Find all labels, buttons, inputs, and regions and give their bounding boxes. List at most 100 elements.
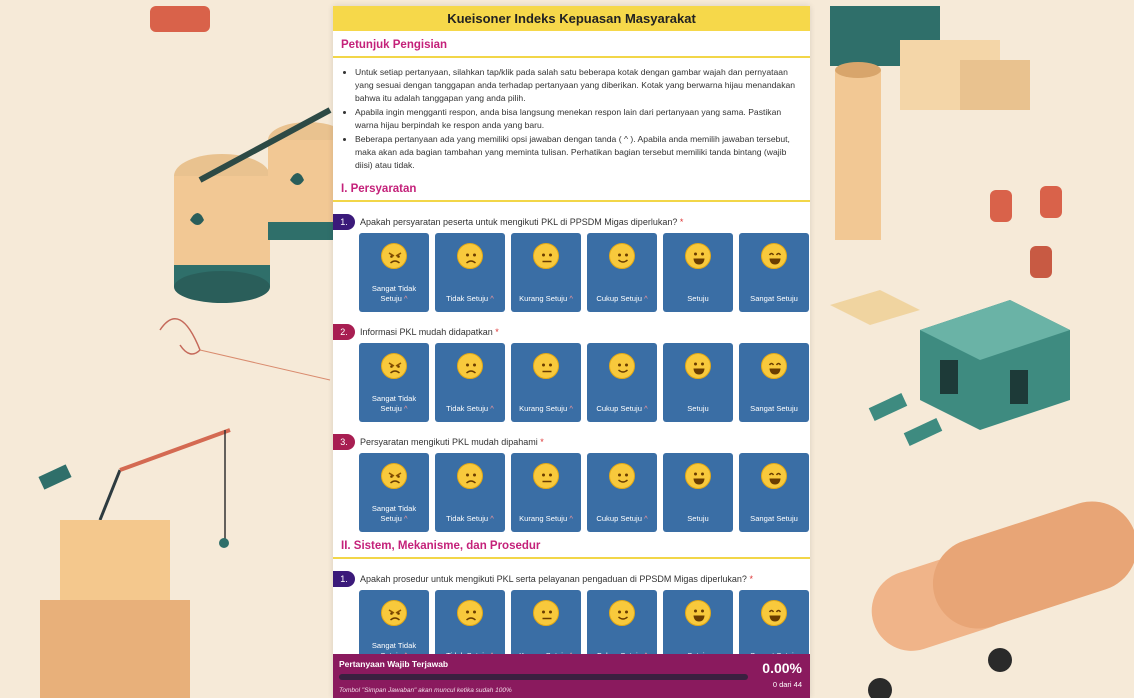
instruction-item: Apabila ingin mengganti respon, anda bis…: [355, 106, 800, 132]
question-number-badge: 3.: [333, 434, 355, 450]
answer-option-label: Setuju: [683, 404, 713, 414]
answer-option-text: Sangat Tidak Setuju: [371, 284, 417, 303]
answer-option-button[interactable]: Kurang Setuju ^: [511, 233, 581, 312]
extra-input-marker: ^: [404, 514, 408, 523]
neutral-face-icon: [533, 600, 559, 626]
answer-option-text: Setuju: [687, 404, 709, 413]
very-angry-face-icon: [381, 243, 407, 269]
question-text: Persyaratan mengikuti PKL mudah dipahami…: [360, 437, 544, 447]
answer-option-text: Kurang Setuju: [519, 404, 568, 413]
smile-face-icon: [685, 463, 711, 489]
progress-track: [339, 674, 748, 680]
question-row: 3. Persyaratan mengikuti PKL mudah dipaha…: [333, 434, 810, 450]
slight-smile-face-icon: [609, 243, 635, 269]
answer-option-text: Setuju: [687, 294, 709, 303]
question-label: Apakah persyaratan peserta untuk mengiku…: [360, 217, 678, 227]
question-number-badge: 2.: [333, 324, 355, 340]
question-text: Apakah persyaratan peserta untuk mengiku…: [360, 217, 683, 227]
answer-option-button[interactable]: Sangat Tidak Setuju ^: [359, 453, 429, 532]
question-text: Informasi PKL mudah didapatkan *: [360, 327, 499, 337]
answer-option-button[interactable]: Cukup Setuju ^: [587, 233, 657, 312]
question-number-badge: 1.: [333, 571, 355, 587]
very-angry-face-icon: [381, 600, 407, 626]
sad-face-icon: [457, 600, 483, 626]
required-marker: *: [540, 437, 544, 447]
answer-option-button[interactable]: Sangat Tidak Setuju ^: [359, 343, 429, 422]
slight-smile-face-icon: [609, 353, 635, 379]
neutral-face-icon: [533, 243, 559, 269]
answer-option-text: Cukup Setuju: [596, 514, 642, 523]
answer-option-button[interactable]: Tidak Setuju ^: [435, 233, 505, 312]
answer-options: Sangat Tidak Setuju ^Tidak Setuju ^Kuran…: [333, 453, 810, 532]
answer-option-button[interactable]: Sangat Setuju: [739, 233, 809, 312]
extra-input-marker: ^: [404, 404, 408, 413]
extra-input-marker: ^: [490, 404, 494, 413]
answer-option-text: Kurang Setuju: [519, 514, 568, 523]
answer-option-label: Cukup Setuju ^: [592, 294, 651, 304]
answer-option-button[interactable]: Sangat Setuju: [739, 343, 809, 422]
big-smile-face-icon: [761, 243, 787, 269]
smile-face-icon: [685, 353, 711, 379]
sad-face-icon: [457, 463, 483, 489]
question-label: Apakah prosedur untuk mengikuti PKL sert…: [360, 574, 747, 584]
required-marker: *: [749, 574, 753, 584]
answer-option-label: Sangat Setuju: [746, 514, 802, 524]
answer-option-label: Sangat Tidak Setuju ^: [359, 284, 429, 304]
answer-option-button[interactable]: Setuju: [663, 453, 733, 532]
slight-smile-face-icon: [609, 600, 635, 626]
smile-face-icon: [685, 600, 711, 626]
answer-option-button[interactable]: Tidak Setuju ^: [435, 453, 505, 532]
extra-input-marker: ^: [569, 404, 573, 413]
answer-option-button[interactable]: Sangat Setuju: [739, 453, 809, 532]
instruction-item: Untuk setiap pertanyaan, silahkan tap/kl…: [355, 66, 800, 105]
extra-input-marker: ^: [569, 514, 573, 523]
answer-option-text: Sangat Setuju: [750, 404, 798, 413]
answer-option-label: Cukup Setuju ^: [592, 514, 651, 524]
questionnaire-panel: Kueisoner Indeks Kepuasan Masyarakat Pet…: [333, 6, 810, 698]
answer-option-button[interactable]: Setuju: [663, 343, 733, 422]
answer-options: Sangat Tidak Setuju ^Tidak Setuju ^Kuran…: [333, 233, 810, 312]
answer-options: Sangat Tidak Setuju ^Tidak Setuju ^Kuran…: [333, 343, 810, 422]
answer-option-label: Cukup Setuju ^: [592, 404, 651, 414]
smile-face-icon: [685, 243, 711, 269]
answer-option-label: Sangat Setuju: [746, 294, 802, 304]
answer-option-label: Kurang Setuju ^: [515, 404, 577, 414]
answer-option-button[interactable]: Setuju: [663, 233, 733, 312]
answer-option-text: Sangat Setuju: [750, 514, 798, 523]
question-label: Persyaratan mengikuti PKL mudah dipahami: [360, 437, 538, 447]
answer-option-label: Sangat Setuju: [746, 404, 802, 414]
big-smile-face-icon: [761, 353, 787, 379]
extra-input-marker: ^: [644, 404, 648, 413]
answer-option-button[interactable]: Tidak Setuju ^: [435, 343, 505, 422]
question-sections: I. Persyaratan 1. Apakah persyaratan peser…: [333, 175, 810, 669]
slight-smile-face-icon: [609, 463, 635, 489]
answer-option-button[interactable]: Kurang Setuju ^: [511, 453, 581, 532]
answer-option-text: Sangat Tidak Setuju: [371, 504, 417, 523]
answer-option-text: Sangat Tidak Setuju: [371, 394, 417, 413]
answer-option-text: Tidak Setuju: [446, 404, 489, 413]
answer-option-button[interactable]: Cukup Setuju ^: [587, 453, 657, 532]
answer-option-text: Cukup Setuju: [596, 404, 642, 413]
answer-option-label: Sangat Tidak Setuju ^: [359, 504, 429, 524]
required-marker: *: [495, 327, 499, 337]
extra-input-marker: ^: [569, 294, 573, 303]
answer-option-button[interactable]: Cukup Setuju ^: [587, 343, 657, 422]
section-title: II. Sistem, Mekanisme, dan Prosedur: [333, 532, 810, 559]
progress-bar-panel: Pertanyaan Wajib Terjawab 0.00% Tombol "…: [333, 654, 810, 698]
answer-option-text: Sangat Setuju: [750, 294, 798, 303]
extra-input-marker: ^: [490, 294, 494, 303]
required-marker: *: [679, 217, 684, 227]
instructions-title: Petunjuk Pengisian: [333, 31, 810, 58]
question-row: 1. Apakah persyaratan peserta untuk mengi…: [333, 214, 810, 230]
answer-option-button[interactable]: Kurang Setuju ^: [511, 343, 581, 422]
answer-option-label: Setuju: [683, 514, 713, 524]
very-angry-face-icon: [381, 353, 407, 379]
extra-input-marker: ^: [644, 294, 648, 303]
answer-option-text: Tidak Setuju: [446, 514, 489, 523]
instruction-item: Beberapa pertanyaan ada yang memiliki op…: [355, 133, 800, 172]
answer-option-label: Tidak Setuju ^: [442, 294, 498, 304]
answer-option-label: Sangat Tidak Setuju ^: [359, 394, 429, 414]
answer-option-button[interactable]: Sangat Tidak Setuju ^: [359, 233, 429, 312]
answer-option-label: Tidak Setuju ^: [442, 404, 498, 414]
question-row: 1. Apakah prosedur untuk mengikuti PKL se…: [333, 571, 810, 587]
